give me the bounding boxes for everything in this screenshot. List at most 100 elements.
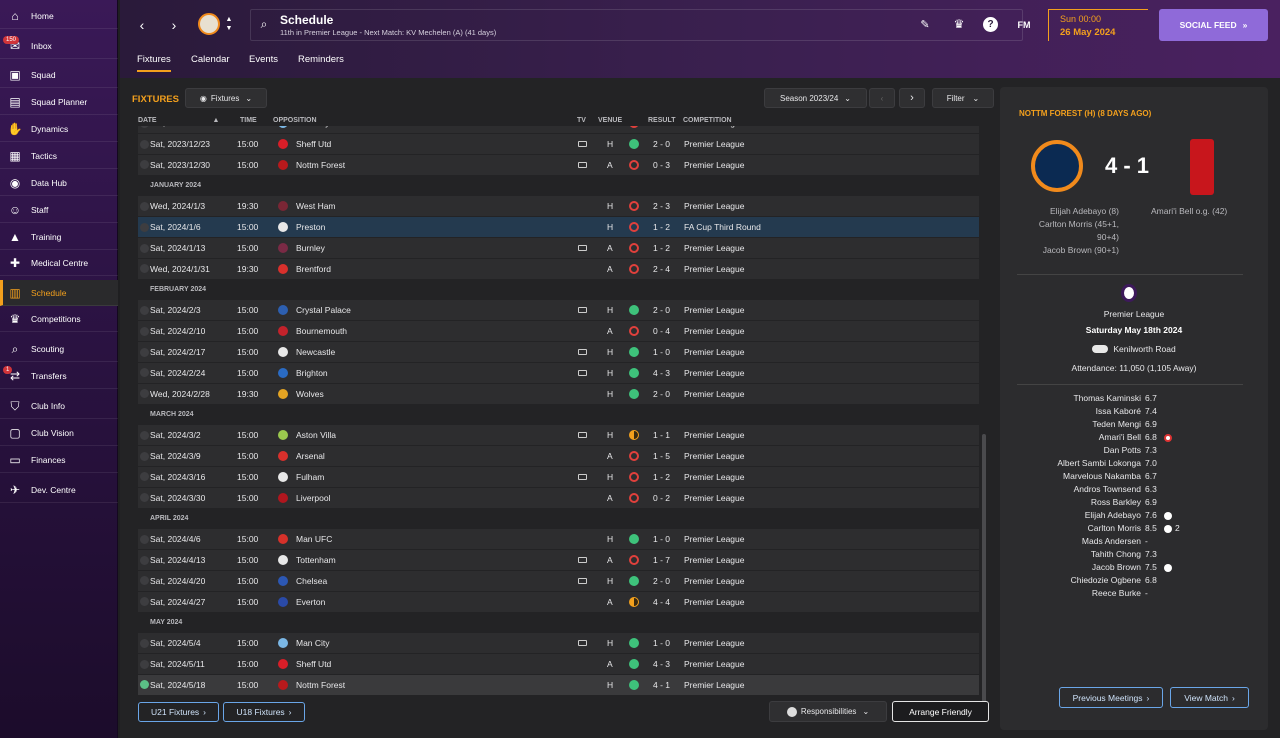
player-rating-row[interactable]: Elijah Adebayo 7.6 — [1000, 510, 1268, 523]
view-match-button[interactable]: View Match › — [1170, 687, 1249, 708]
fixture-score[interactable]: 1 - 2 — [653, 472, 670, 482]
col-header-time[interactable]: TIME — [240, 117, 257, 124]
season-dropdown[interactable]: Season 2023/24 ⌄ — [764, 88, 867, 108]
club-crest-icon[interactable] — [198, 13, 220, 35]
player-rating-row[interactable]: Issa Kaboré 7.4 — [1000, 406, 1268, 419]
player-name[interactable]: Ross Barkley — [1091, 497, 1141, 507]
fixture-opposition[interactable]: Burnley — [296, 243, 325, 253]
fixture-row[interactable]: Sat, 2024/3/16 15:00 Fulham H 1 - 2 Premier L… — [138, 466, 979, 487]
fixture-opposition[interactable]: Chelsea — [296, 576, 327, 586]
fixture-row[interactable]: Sat, 2024/4/13 15:00 Tottenham A 1 - 7 Premie… — [138, 550, 979, 570]
fixture-opposition[interactable]: Nottm Forest — [296, 160, 345, 170]
filter-dropdown[interactable]: Filter ⌄ — [932, 88, 994, 108]
player-rating-row[interactable]: Mads Andersen - — [1000, 536, 1268, 549]
sidebar-item-squad[interactable]: ▣ Squad — [0, 62, 118, 88]
player-name[interactable]: Andros Townsend — [1074, 484, 1141, 494]
player-rating-row[interactable]: Amari'i Bell 6.8 — [1000, 432, 1268, 445]
back-arrow-icon[interactable]: ‹ — [134, 15, 150, 35]
home-team-crest[interactable] — [1031, 140, 1083, 192]
player-name[interactable]: Chiedozie Ogbene — [1071, 575, 1141, 585]
fixture-score[interactable]: 4 - 3 — [653, 659, 670, 669]
edit-pencil-icon[interactable]: ✎ — [918, 17, 932, 31]
fixture-score[interactable]: 1 - 7 — [653, 555, 670, 565]
club-switch-icon[interactable]: ▲ ▼ — [224, 13, 234, 35]
fixture-row[interactable]: Sat, 2024/1/6 15:00 Preston H 1 - 2 FA Cup Th… — [138, 217, 979, 238]
tab-events[interactable]: Events — [249, 54, 278, 72]
player-rating-row[interactable]: Thomas Kaminski 6.7 — [1000, 393, 1268, 406]
fixture-row[interactable]: Sat, 2024/2/17 15:00 Newcastle H 1 - 0 Premie… — [138, 342, 979, 362]
sidebar-item-schedule[interactable]: ▥ Schedule — [0, 280, 118, 306]
sidebar-item-scouting[interactable]: ⌕ Scouting — [0, 336, 118, 362]
player-name[interactable]: Reece Burke — [1092, 588, 1141, 598]
fixture-row[interactable]: Sat, 2023/12/16 15:00 Man City Premier Leag… — [138, 126, 979, 133]
player-name[interactable]: Amari'i Bell — [1099, 432, 1141, 442]
fixture-opposition[interactable]: Man City — [296, 638, 330, 648]
arrange-friendly-button[interactable]: Arrange Friendly — [892, 701, 989, 722]
fixture-opposition[interactable]: Preston — [296, 222, 325, 232]
sidebar-item-squad-planner[interactable]: ▤ Squad Planner — [0, 89, 118, 115]
player-rating-row[interactable]: Tahith Chong 7.3 — [1000, 549, 1268, 562]
tab-reminders[interactable]: Reminders — [298, 54, 344, 72]
fixture-opposition[interactable]: Tottenham — [296, 555, 336, 565]
sidebar-item-training[interactable]: ▲ Training — [0, 224, 118, 250]
player-rating-row[interactable]: Dan Potts 7.3 — [1000, 445, 1268, 458]
sidebar-item-staff[interactable]: ☺ Staff — [0, 197, 118, 223]
sidebar-item-competitions[interactable]: ♛ Competitions — [0, 306, 118, 332]
search-area[interactable]: ⌕ Schedule 11th in Premier League - Next… — [250, 9, 1023, 41]
player-name[interactable]: Teden Mengi — [1092, 419, 1141, 429]
sidebar-item-tactics[interactable]: ▦ Tactics — [0, 143, 118, 169]
player-rating-row[interactable]: Ross Barkley 6.9 — [1000, 497, 1268, 510]
player-rating-row[interactable]: Jacob Brown 7.5 — [1000, 562, 1268, 575]
fm-logo[interactable]: FM — [1014, 17, 1034, 33]
away-team-crest[interactable] — [1190, 139, 1214, 195]
fixture-opposition[interactable]: Arsenal — [296, 451, 325, 461]
fixture-row[interactable]: Sat, 2024/3/2 15:00 Aston Villa H 1 - 1 Premi… — [138, 425, 979, 446]
tab-calendar[interactable]: Calendar — [191, 54, 230, 72]
player-name[interactable]: Issa Kaboré — [1096, 406, 1141, 416]
fixture-row[interactable]: Sat, 2024/2/3 15:00 Crystal Palace H 2 - 0 Pr… — [138, 300, 979, 321]
fixture-score[interactable]: 1 - 0 — [653, 534, 670, 544]
fixture-opposition[interactable]: Everton — [296, 597, 325, 607]
fixtures-view-dropdown[interactable]: ◉ Fixtures ⌄ — [185, 88, 267, 108]
fixture-score[interactable]: 2 - 0 — [653, 139, 670, 149]
fixture-row[interactable]: Sat, 2024/1/13 15:00 Burnley A 1 - 2 Premier … — [138, 238, 979, 258]
fixture-score[interactable]: 1 - 2 — [653, 222, 670, 232]
fixture-row[interactable]: Sat, 2024/3/30 15:00 Liverpool A 0 - 2 Premie… — [138, 487, 979, 508]
player-rating-row[interactable]: Andros Townsend 6.3 — [1000, 484, 1268, 497]
player-name[interactable]: Jacob Brown — [1092, 562, 1141, 572]
trophy-cabinet-icon[interactable]: ♛ — [951, 16, 967, 32]
fixture-score[interactable]: 1 - 0 — [653, 347, 670, 357]
player-name[interactable]: Elijah Adebayo — [1085, 510, 1141, 520]
fixture-opposition[interactable]: Nottm Forest — [296, 680, 345, 690]
prev-season-button[interactable]: ‹ — [869, 88, 895, 108]
player-rating-row[interactable]: Teden Mengi 6.9 — [1000, 419, 1268, 432]
fixture-row[interactable]: Sat, 2024/4/20 15:00 Chelsea H 2 - 0 Premier … — [138, 570, 979, 591]
fixture-opposition[interactable]: Crystal Palace — [296, 305, 351, 315]
fixture-score[interactable]: 0 - 4 — [653, 326, 670, 336]
fixture-row[interactable]: Sat, 2023/12/23 15:00 Sheff Utd H 2 - 0 Premi… — [138, 134, 979, 154]
forward-arrow-icon[interactable]: › — [166, 15, 182, 35]
fixture-row[interactable]: Wed, 2024/1/31 19:30 Brentford A 2 - 4 Premie… — [138, 258, 979, 279]
player-rating-row[interactable]: Albert Sambi Lokonga 7.0 — [1000, 458, 1268, 471]
fixture-opposition[interactable]: Wolves — [296, 389, 324, 399]
fixture-row[interactable]: Sat, 2024/4/27 15:00 Everton A 4 - 4 Premier … — [138, 591, 979, 612]
sidebar-item-transfers[interactable]: ⇄ Transfers 1 — [0, 363, 118, 389]
col-header-tv[interactable]: TV — [577, 117, 586, 124]
scrollbar-track[interactable] — [982, 434, 986, 704]
fixture-row[interactable]: Sat, 2024/4/6 15:00 Man UFC H 1 - 0 Premier L… — [138, 529, 979, 550]
fixture-score[interactable]: 2 - 0 — [653, 389, 670, 399]
sidebar-item-dynamics[interactable]: ✋ Dynamics — [0, 116, 118, 142]
fixture-opposition[interactable]: Aston Villa — [296, 430, 336, 440]
fixture-row[interactable]: Sat, 2023/12/30 15:00 Nottm Forest A 0 - 3 Pr… — [138, 154, 979, 175]
fixture-opposition[interactable]: Man UFC — [296, 534, 332, 544]
fixture-opposition[interactable]: Sheff Utd — [296, 659, 331, 669]
fixture-score[interactable]: 1 - 1 — [653, 430, 670, 440]
player-name[interactable]: Thomas Kaminski — [1073, 393, 1141, 403]
date-box[interactable]: Sun 00:00 26 May 2024 — [1048, 9, 1148, 41]
fixture-score[interactable]: 2 - 4 — [653, 264, 670, 274]
player-name[interactable]: Mads Andersen — [1082, 536, 1141, 546]
player-rating-row[interactable]: Chiedozie Ogbene 6.8 — [1000, 575, 1268, 588]
sidebar-item-data-hub[interactable]: ◉ Data Hub — [0, 170, 118, 196]
sidebar-item-medical-centre[interactable]: ✚ Medical Centre — [0, 250, 118, 276]
next-season-button[interactable]: › — [899, 88, 925, 108]
